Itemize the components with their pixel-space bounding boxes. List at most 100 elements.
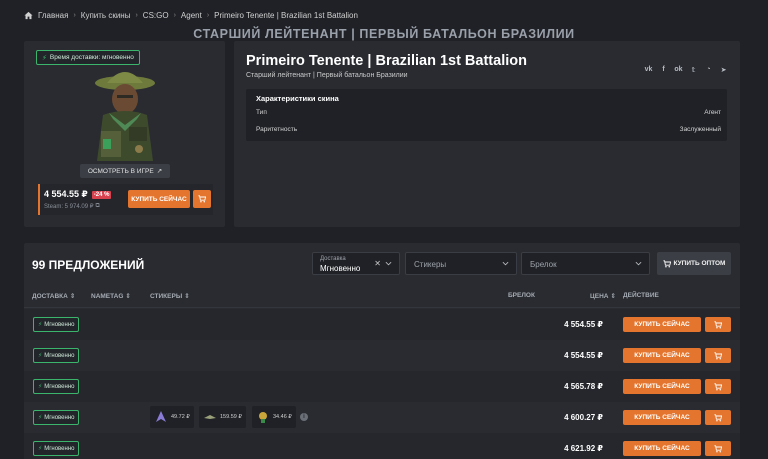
sticker-icon	[259, 412, 267, 423]
facebook-icon[interactable]: f	[659, 65, 668, 74]
item-subtitle: Старший лейтенант | Первый батальон Браз…	[246, 72, 408, 79]
sticker-chip[interactable]: 159.59 ₽	[199, 406, 246, 428]
whatsapp-icon[interactable]: ◔	[704, 65, 713, 74]
breadcrumb-current: Primeiro Tenente | Brazilian 1st Battali…	[214, 10, 358, 20]
sticker-chip[interactable]: 34.46 ₽	[252, 406, 296, 428]
column-header-nametag[interactable]: NAMETAG ⇕	[91, 292, 131, 301]
sort-icon: ⇕	[610, 293, 616, 300]
delivery-filter-select[interactable]: Доставка Мгновенно ✕	[312, 252, 400, 275]
specs-title: Характеристики скина	[256, 94, 339, 103]
vk-icon[interactable]: vk	[644, 65, 653, 74]
breadcrumb-category[interactable]: Agent	[181, 11, 202, 20]
clear-icon[interactable]: ✕	[374, 259, 381, 268]
column-header-action: ДЕЙСТВИЕ	[623, 292, 659, 299]
sticker-icon	[156, 411, 166, 422]
row-buy-now-button[interactable]: КУПИТЬ СЕЙЧАС	[623, 317, 701, 332]
discount-badge: -24 %	[91, 190, 112, 199]
divider	[24, 307, 740, 308]
lightning-icon: ⚡	[38, 353, 43, 359]
steam-price: Steam: 5 974.09 ₽	[44, 204, 94, 210]
table-row: ⚡ Мгновенно 4 565.78 ₽ КУПИТЬ СЕЙЧАС	[24, 371, 740, 402]
item-preview-card: ⚡ Время доставки: мгновенно ОСМОТРЕТЬ В …	[24, 41, 225, 227]
page-heading: СТАРШИЙ ЛЕЙТЕНАНТ | ПЕРВЫЙ БАТАЛЬОН БРАЗ…	[193, 27, 575, 41]
row-add-to-cart-button[interactable]	[705, 441, 731, 456]
table-row: ⚡ Мгновенно 4 554.55 ₽ КУПИТЬ СЕЙЧАС	[24, 340, 740, 371]
lightning-icon: ⚡	[38, 446, 43, 452]
breadcrumb-buy-skins[interactable]: Купить скины	[81, 11, 131, 20]
row-add-to-cart-button[interactable]	[705, 379, 731, 394]
chevron-right-icon: ›	[206, 11, 210, 19]
row-price: 4 565.78 ₽	[564, 382, 603, 391]
chevron-down-icon	[385, 261, 392, 266]
row-buy-now-button[interactable]: КУПИТЬ СЕЙЧАС	[623, 379, 701, 394]
spec-row-type: Тип Агент	[256, 109, 721, 116]
item-info-card: Primeiro Tenente | Brazilian 1st Battali…	[234, 41, 740, 227]
lightning-icon: ⚡	[38, 384, 43, 390]
breadcrumb-game[interactable]: CS:GO	[143, 11, 169, 20]
telegram-icon[interactable]: ➤	[719, 65, 728, 74]
column-header-price[interactable]: ЦЕНА ⇕	[590, 292, 616, 301]
instant-delivery-badge: ⚡ Мгновенно	[33, 410, 80, 425]
lightning-icon: ⚡	[42, 54, 47, 62]
cart-icon	[198, 195, 206, 203]
sort-icon: ⇕	[69, 293, 76, 300]
row-price: 4 600.27 ₽	[564, 413, 603, 422]
home-icon[interactable]	[24, 11, 33, 20]
cart-icon	[714, 413, 722, 421]
row-buy-now-button[interactable]: КУПИТЬ СЕЙЧАС	[623, 441, 701, 456]
chevron-right-icon: ›	[173, 11, 176, 19]
charm-filter-select[interactable]: Брелок	[521, 252, 650, 275]
column-header-stickers[interactable]: СТИКЕРЫ ⇕	[150, 292, 190, 301]
chevron-down-icon	[635, 261, 642, 266]
cart-icon	[714, 351, 722, 359]
breadcrumb: Главная › Купить скины › CS:GO › Agent ›…	[24, 8, 358, 22]
info-icon[interactable]: i	[300, 413, 308, 421]
bulk-buy-button[interactable]: КУПИТЬ ОПТОМ	[657, 252, 731, 275]
instant-delivery-badge: ⚡ Мгновенно	[33, 317, 80, 332]
breadcrumb-home[interactable]: Главная	[38, 11, 68, 20]
lightning-icon: ⚡	[38, 322, 43, 328]
row-price: 4 621.92 ₽	[564, 444, 603, 453]
table-row: ⚡ Мгновенно 4 621.92 ₽ КУПИТЬ СЕЙЧАС	[24, 433, 740, 459]
row-price: 4 554.55 ₽	[564, 320, 603, 329]
odnoklassniki-icon[interactable]: ok	[674, 65, 683, 74]
buy-now-button[interactable]: КУПИТЬ СЕЙЧАС	[128, 190, 190, 208]
row-price: 4 554.55 ₽	[564, 351, 603, 360]
row-add-to-cart-button[interactable]	[705, 348, 731, 363]
instant-delivery-badge: ⚡ Мгновенно	[33, 441, 80, 456]
row-buy-now-button[interactable]: КУПИТЬ СЕЙЧАС	[623, 348, 701, 363]
share-buttons: vk f ok 𝕥 ◔ ➤	[644, 65, 728, 74]
column-header-delivery[interactable]: ДОСТАВКА ⇕	[32, 292, 76, 301]
chevron-down-icon	[502, 261, 509, 266]
chevron-right-icon: ›	[73, 11, 76, 19]
price-box: 4 554.55 ₽ -24 % Steam: 5 974.09 ₽ ⧉ КУП…	[38, 184, 213, 215]
cart-icon	[662, 259, 671, 267]
view-in-game-button[interactable]: ОСМОТРЕТЬ В ИГРЕ ↗	[80, 164, 170, 178]
sort-icon: ⇕	[184, 293, 190, 300]
spec-row-rarity: Раритетность Заслуженный	[256, 126, 721, 133]
table-row: ⚡ Мгновенно 49.72 ₽ 159.59 ₽ 34.46 ₽ i 4 …	[24, 402, 740, 433]
table-row: ⚡ Мгновенно 4 554.55 ₽ КУПИТЬ СЕЙЧАС	[24, 309, 740, 340]
lightning-icon: ⚡	[38, 415, 43, 421]
agent-image	[95, 72, 155, 161]
instant-delivery-badge: ⚡ Мгновенно	[33, 348, 80, 363]
sticker-chip[interactable]: 49.72 ₽	[150, 406, 194, 428]
row-buy-now-button[interactable]: КУПИТЬ СЕЙЧАС	[623, 410, 701, 425]
skin-specs: Характеристики скина Тип Агент Раритетно…	[246, 89, 727, 141]
sort-icon: ⇕	[125, 293, 131, 300]
chevron-right-icon: ›	[135, 11, 138, 19]
cart-icon	[714, 444, 722, 452]
sticker-icon	[204, 415, 216, 419]
item-title: Primeiro Tenente | Brazilian 1st Battali…	[246, 53, 527, 69]
stickers-filter-select[interactable]: Стикеры	[405, 252, 517, 275]
external-link-icon[interactable]: ⧉	[96, 203, 100, 210]
row-add-to-cart-button[interactable]	[705, 317, 731, 332]
row-add-to-cart-button[interactable]	[705, 410, 731, 425]
offers-count-title: 99 ПРЕДЛОЖЕНИЙ	[32, 258, 145, 272]
cart-icon	[714, 382, 722, 390]
arrow-up-right-icon: ↗	[156, 168, 163, 175]
instant-delivery-badge: ⚡ Мгновенно	[33, 379, 80, 394]
offers-panel: 99 ПРЕДЛОЖЕНИЙ Доставка Мгновенно ✕ Стик…	[24, 243, 740, 459]
twitter-icon[interactable]: 𝕥	[689, 65, 698, 74]
add-to-cart-button[interactable]	[193, 190, 211, 208]
